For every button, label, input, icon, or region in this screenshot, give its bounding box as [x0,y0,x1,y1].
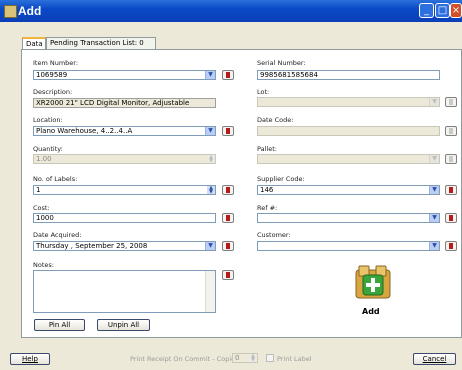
copies-value: 0 [235,354,240,362]
customer-select[interactable]: ▼ [257,241,440,251]
pin-icon [226,187,230,193]
close-button[interactable]: × [450,3,462,18]
cost-pin-button[interactable] [222,213,234,223]
pin-icon [226,272,230,278]
pin-icon [449,243,453,249]
spinner-icon: ▲ ▼ [249,354,257,362]
pin-icon [449,215,453,221]
ref-select[interactable]: ▼ [257,213,440,223]
ref-label: Ref #: [257,204,278,212]
window-title: Add [18,4,42,18]
supplier-code-pin-button[interactable] [445,185,457,195]
date-acquired-pin-button[interactable] [222,241,234,251]
no-of-labels-pin-button[interactable] [222,185,234,195]
help-button[interactable]: Help [10,353,50,365]
pin-icon [226,128,230,134]
chevron-down-icon[interactable]: ▼ [205,242,215,250]
print-label-text: Print Label [277,355,312,363]
footer-bar: Help Print Receipt On Commit - Copies: 0… [0,345,462,370]
chevron-down-icon[interactable]: ▼ [205,127,215,135]
pallet-label: Pallet: [257,145,277,153]
serial-number-input[interactable]: 9985681585684 [257,70,440,80]
chevron-down-icon[interactable]: ▼ [429,214,439,222]
item-number-input[interactable]: 1069589 ▼ [33,70,216,80]
serial-number-value: 9985681585684 [260,71,318,79]
app-icon [4,5,17,18]
item-number-label: Item Number: [33,59,79,67]
description-value: XR2000 21" LCD Digital Monitor, Adjustab… [33,98,216,108]
lot-label: Lot: [257,88,270,96]
description-label: Description: [33,88,73,96]
add-button-label[interactable]: Add [362,307,380,316]
chevron-down-icon[interactable]: ▼ [429,242,439,250]
lot-select: ▼ [257,97,440,107]
location-select[interactable]: Plano Warehouse, 4..2..4..A ▼ [33,126,216,136]
no-of-labels-label: No. of Labels: [33,175,78,183]
customer-pin-button[interactable] [445,241,457,251]
supplier-code-value: 146 [260,186,274,194]
spinner-icon: ▲ ▼ [207,155,215,163]
title-bar[interactable]: Add _ □ × [0,0,462,22]
cost-input[interactable]: 1000 [33,213,216,223]
cancel-label: Cancel [422,355,447,363]
pin-icon [449,128,453,134]
location-pin-button[interactable] [222,126,234,136]
ref-pin-button[interactable] [445,213,457,223]
pallet-pin-button [445,154,457,164]
pin-icon [449,187,453,193]
cost-label: Cost: [33,204,50,212]
date-acquired-picker[interactable]: Thursday , September 25, 2008 ▼ [33,241,216,251]
pin-icon [226,215,230,221]
print-label-checkbox [266,354,274,362]
lot-pin-button [445,97,457,107]
cancel-button[interactable]: Cancel [413,353,456,365]
customer-label: Customer: [257,231,291,239]
quantity-label: Quantity: [33,145,63,153]
item-number-pin-button[interactable] [222,70,234,80]
quantity-value: 1.00 [36,155,52,163]
notes-textarea[interactable] [33,270,216,313]
chevron-down-icon: ▼ [429,155,439,163]
serial-number-label: Serial Number: [257,59,306,67]
date-code-input [257,126,440,136]
location-label: Location: [33,116,63,124]
chevron-down-icon[interactable]: ▼ [429,186,439,194]
date-code-label: Date Code: [257,116,294,124]
chevron-down-icon[interactable]: ▼ [205,71,215,79]
pin-icon [449,156,453,162]
help-label: Help [22,355,38,363]
date-code-pin-button [445,126,457,136]
minimize-button[interactable]: _ [419,3,434,18]
item-number-value: 1069589 [36,71,68,79]
quantity-stepper: 1.00 ▲ ▼ [33,154,216,164]
no-of-labels-value: 1 [36,186,41,194]
notes-pin-button[interactable] [222,270,234,280]
maximize-button[interactable]: □ [435,3,450,18]
date-acquired-value: Thursday , September 25, 2008 [36,242,148,250]
supplier-code-select[interactable]: 146 ▼ [257,185,440,195]
pin-icon [226,243,230,249]
pallet-select: ▼ [257,154,440,164]
pin-all-button[interactable]: Pin All [34,319,85,331]
chevron-down-icon: ▼ [429,98,439,106]
notes-scrollbar[interactable] [205,271,215,312]
spinner-icon[interactable]: ▲ ▼ [207,186,215,194]
pin-icon [226,72,230,78]
pin-icon [449,99,453,105]
supplier-code-label: Supplier Code: [257,175,305,183]
notes-label: Notes: [33,261,54,269]
no-of-labels-stepper[interactable]: 1 ▲ ▼ [33,185,216,195]
copies-stepper: 0 ▲ ▼ [232,353,258,363]
tab-pending-transactions[interactable]: Pending Transaction List: 0 [46,37,156,49]
data-panel: Item Number: 1069589 ▼ Description: XR20… [21,49,462,338]
date-acquired-label: Date Acquired: [33,231,82,239]
location-value: Plano Warehouse, 4..2..4..A [36,127,133,135]
add-item-icon[interactable] [354,264,392,301]
add-dialog: Add _ □ × Data Pending Transaction List:… [0,0,462,370]
unpin-all-button[interactable]: Unpin All [97,319,150,331]
cost-value: 1000 [36,214,54,222]
print-receipt-label: Print Receipt On Commit - Copies: [130,355,241,363]
